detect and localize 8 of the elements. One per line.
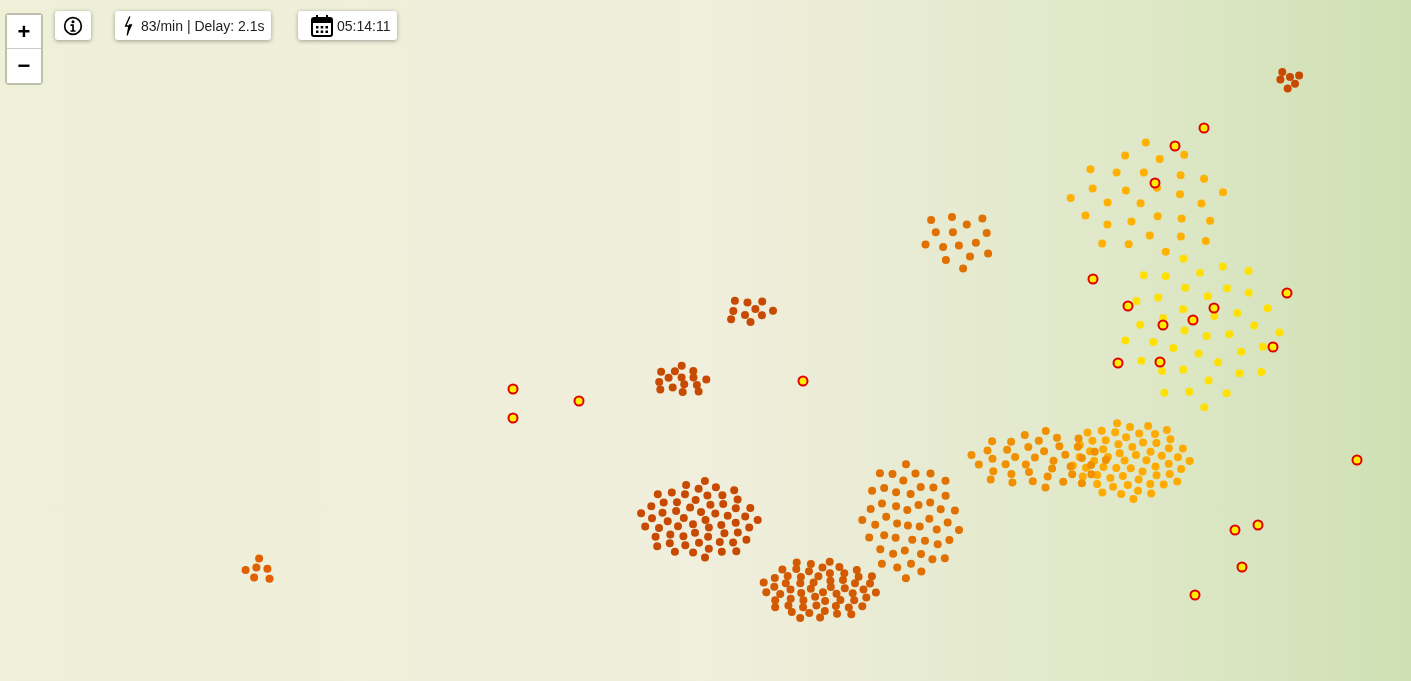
info-button[interactable] — [55, 11, 91, 40]
strike-rate-text: 83/min | Delay: 2.1s — [141, 17, 265, 34]
calendar-icon — [310, 13, 334, 38]
lightning-icon — [123, 14, 135, 37]
zoom-in-button[interactable]: + — [7, 15, 41, 49]
clock-time: 05:14:11 — [337, 17, 391, 34]
info-icon — [63, 15, 83, 36]
zoom-out-button[interactable]: − — [7, 49, 41, 83]
